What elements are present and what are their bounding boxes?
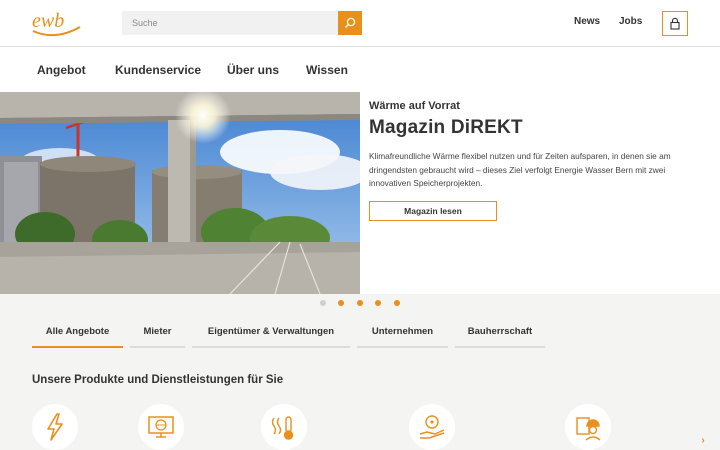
heat-thermometer-icon — [271, 416, 294, 440]
nav-wissen[interactable]: Wissen — [306, 63, 348, 77]
tab-unternehmen[interactable]: Unternehmen — [357, 324, 448, 348]
search-input[interactable] — [122, 11, 338, 35]
service-building[interactable] — [565, 404, 611, 450]
nav-ueber-uns[interactable]: Über uns — [227, 63, 279, 77]
tab-bauherrschaft[interactable]: Bauherrschaft — [455, 324, 545, 348]
offers-section: Alle Angebote Mieter Eigentümer & Verwal… — [0, 294, 720, 450]
tab-eigentuemer[interactable]: Eigentümer & Verwaltungen — [192, 324, 350, 348]
lightning-icon — [47, 413, 63, 441]
carousel-dot-3[interactable] — [357, 300, 363, 306]
chevron-right-icon[interactable]: › — [697, 434, 709, 446]
lock-icon — [670, 17, 680, 30]
search-icon — [345, 17, 356, 28]
service-heat[interactable] — [261, 404, 307, 450]
service-electricity[interactable] — [32, 404, 78, 450]
carousel-dot-1[interactable] — [320, 300, 326, 306]
worker-helmet-icon — [576, 417, 601, 441]
carousel-dots — [0, 300, 720, 308]
piggy-hand-icon — [419, 415, 445, 439]
services-heading: Unsere Produkte und Dienstleistungen für… — [32, 374, 284, 386]
news-link[interactable]: News — [574, 16, 600, 27]
magazin-lesen-button[interactable]: Magazin lesen — [369, 201, 497, 221]
hero-image[interactable] — [0, 92, 360, 294]
carousel-dot-4[interactable] — [375, 300, 381, 306]
search-bar — [122, 11, 362, 35]
tab-mieter[interactable]: Mieter — [130, 324, 185, 348]
service-finance[interactable] — [409, 404, 455, 450]
nav-kundenservice[interactable]: Kundenservice — [115, 63, 201, 77]
main-navigation: Angebot Kundenservice Über uns Wissen — [0, 48, 720, 92]
hero-description: Klimafreundliche Wärme flexibel nutzen u… — [369, 151, 671, 188]
search-button[interactable] — [338, 11, 362, 35]
nav-angebot[interactable]: Angebot — [37, 63, 86, 77]
login-button[interactable] — [662, 11, 688, 36]
monitor-globe-icon — [148, 416, 174, 438]
tab-alle-angebote[interactable]: Alle Angebote — [32, 324, 123, 348]
hero-teaser: Wärme auf Vorrat Magazin DiREKT Klimafre… — [360, 92, 720, 294]
carousel-dot-2[interactable] — [338, 300, 344, 306]
hero-title: Magazin DiREKT — [369, 117, 523, 138]
hero-kicker: Wärme auf Vorrat — [369, 100, 460, 112]
jobs-link[interactable]: Jobs — [619, 16, 642, 27]
top-header: ewb News Jobs — [0, 0, 720, 47]
svg-text:ewb: ewb — [32, 10, 64, 32]
ewb-logo[interactable]: ewb — [30, 9, 84, 39]
carousel-dot-5[interactable] — [394, 300, 400, 306]
service-internet[interactable] — [138, 404, 184, 450]
